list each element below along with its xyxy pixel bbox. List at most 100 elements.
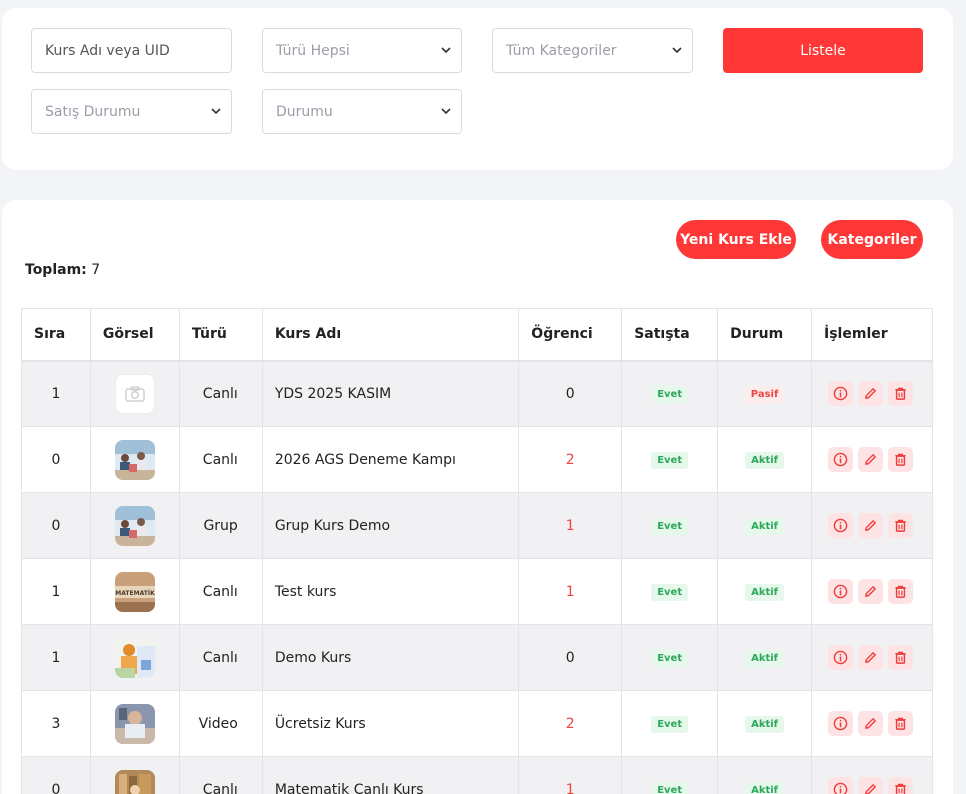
table-header-row: Sıra Görsel Türü Kurs Adı Öğrenci Satışt… (21, 308, 933, 362)
course-thumbnail[interactable]: MATEMATİK (114, 571, 155, 612)
course-thumbnail[interactable] (114, 439, 155, 480)
total-value: 7 (91, 262, 101, 278)
row-order: 3 (21, 690, 91, 757)
row-students[interactable]: 2 (518, 690, 623, 757)
row-type: Canlı (178, 756, 263, 794)
header-actions: İşlemler (811, 308, 933, 362)
table-row: 1 Canlı Demo Kurs 0 Evet Aktif (21, 624, 933, 691)
row-on-sale-cell: Evet (621, 756, 719, 794)
row-actions-cell (811, 624, 933, 691)
trash-icon[interactable] (888, 711, 914, 736)
category-select[interactable]: Tüm Kategoriler (492, 28, 693, 73)
info-icon[interactable] (828, 579, 854, 604)
header-order[interactable]: Sıra (21, 308, 91, 362)
header-type[interactable]: Türü (178, 308, 263, 362)
row-status-cell: Aktif (717, 690, 813, 757)
row-on-sale-cell: Evet (621, 558, 719, 625)
trash-icon[interactable] (888, 381, 914, 407)
row-status-cell: Aktif (717, 756, 813, 794)
new-course-button[interactable]: Yeni Kurs Ekle (676, 220, 796, 259)
trash-icon[interactable] (888, 777, 914, 794)
status-badge: Aktif (745, 583, 785, 601)
table-row: 0 Grup Grup Kurs Demo 1 Evet Aktif (21, 492, 933, 559)
on-sale-badge: Evet (651, 583, 689, 601)
row-on-sale-cell: Evet (621, 492, 719, 559)
table-row: 1 MATEMATİK Canlı Test kurs 1 Evet Aktif (21, 558, 933, 625)
course-table: Sıra Görsel Türü Kurs Adı Öğrenci Satışt… (21, 308, 933, 794)
row-order: 1 (21, 624, 91, 691)
info-icon[interactable] (828, 447, 854, 472)
table-row: 0 Canlı 2026 AGS Deneme Kampı 2 Evet Aktif (21, 426, 933, 493)
category-select-value: Tüm Kategoriler (506, 42, 617, 59)
row-status-cell: Pasif (717, 360, 813, 427)
edit-icon[interactable] (858, 513, 884, 538)
camera-icon[interactable] (114, 373, 155, 414)
chevron-down-icon (440, 105, 452, 117)
svg-text:MATEMATİK: MATEMATİK (115, 590, 155, 597)
search-input[interactable]: Kurs Adı veya UID (31, 28, 232, 73)
on-sale-badge: Evet (651, 451, 689, 469)
course-thumbnail[interactable] (114, 637, 155, 678)
row-course-name: Matematik Canlı Kurs (261, 756, 520, 794)
header-students[interactable]: Öğrenci (518, 308, 623, 362)
course-list-panel: Yeni Kurs Ekle Kategoriler Toplam: 7 Sır… (2, 200, 953, 794)
edit-icon[interactable] (858, 711, 884, 736)
info-icon[interactable] (828, 711, 854, 736)
row-order: 0 (21, 492, 91, 559)
trash-icon[interactable] (888, 579, 914, 604)
categories-button[interactable]: Kategoriler (821, 220, 923, 259)
row-course-name: 2026 AGS Deneme Kampı (261, 426, 520, 493)
total-count: Toplam: 7 (25, 262, 100, 278)
row-actions-cell (811, 756, 933, 794)
type-select-value: Türü Hepsi (276, 42, 350, 59)
header-status[interactable]: Durum (717, 308, 813, 362)
edit-icon[interactable] (858, 645, 884, 670)
row-actions-cell (811, 558, 933, 625)
row-type: Canlı (178, 558, 263, 625)
header-on-sale[interactable]: Satışta (621, 308, 719, 362)
row-type: Grup (178, 492, 263, 559)
edit-icon[interactable] (858, 579, 884, 604)
info-icon[interactable] (828, 777, 854, 794)
row-students[interactable]: 1 (518, 558, 623, 625)
header-course-name[interactable]: Kurs Adı (261, 308, 520, 362)
trash-icon[interactable] (888, 447, 914, 472)
row-actions-cell (811, 426, 933, 493)
row-image-cell (89, 360, 180, 427)
sale-status-select[interactable]: Satış Durumu (31, 89, 232, 134)
info-icon[interactable] (828, 645, 854, 670)
row-order: 1 (21, 558, 91, 625)
table-row: 3 Video Ücretsiz Kurs 2 Evet Aktif (21, 690, 933, 757)
list-button[interactable]: Listele (723, 28, 923, 73)
course-thumbnail[interactable] (114, 769, 155, 794)
row-students[interactable]: 2 (518, 426, 623, 493)
header-image[interactable]: Görsel (89, 308, 180, 362)
status-select[interactable]: Durumu (262, 89, 462, 134)
row-on-sale-cell: Evet (621, 690, 719, 757)
edit-icon[interactable] (858, 777, 884, 794)
course-thumbnail[interactable] (114, 703, 155, 744)
status-select-value: Durumu (276, 103, 333, 120)
row-actions-cell (811, 492, 933, 559)
filter-panel: Kurs Adı veya UID Türü Hepsi Tüm Kategor… (2, 8, 953, 170)
course-thumbnail[interactable] (114, 505, 155, 546)
type-select[interactable]: Türü Hepsi (262, 28, 462, 73)
row-status-cell: Aktif (717, 558, 813, 625)
row-course-name: YDS 2025 KASIM (261, 360, 520, 427)
row-image-cell (89, 690, 180, 757)
info-icon[interactable] (828, 513, 854, 538)
row-status-cell: Aktif (717, 426, 813, 493)
chevron-down-icon (671, 44, 683, 56)
info-icon[interactable] (828, 381, 854, 407)
row-image-cell (89, 624, 180, 691)
row-students[interactable]: 1 (518, 756, 623, 794)
edit-icon[interactable] (858, 381, 884, 407)
row-status-cell: Aktif (717, 492, 813, 559)
row-students[interactable]: 1 (518, 492, 623, 559)
row-students: 0 (518, 360, 623, 427)
trash-icon[interactable] (888, 513, 914, 538)
status-badge: Aktif (745, 781, 785, 794)
edit-icon[interactable] (858, 447, 884, 472)
row-order: 0 (21, 426, 91, 493)
trash-icon[interactable] (888, 645, 914, 670)
